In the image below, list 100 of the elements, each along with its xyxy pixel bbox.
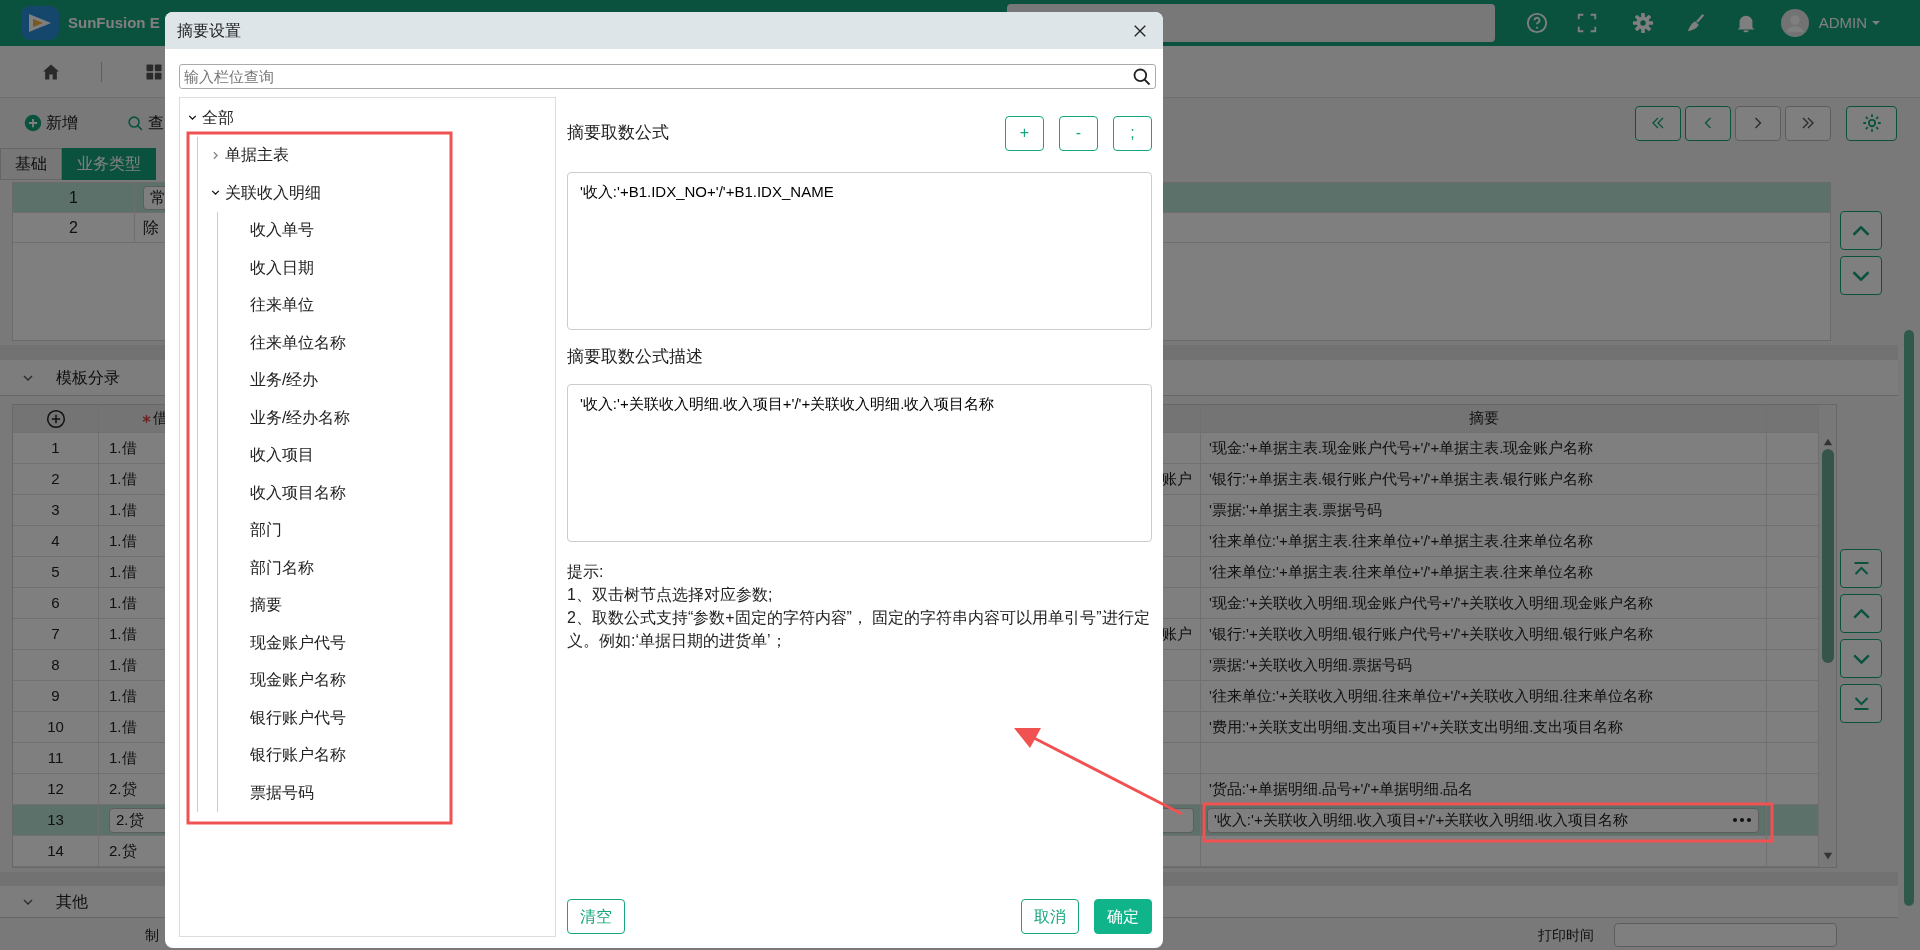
table-cell-text: 1.借 — [109, 592, 137, 613]
add-button[interactable]: 新增 — [24, 111, 78, 135]
hint-text: 1、双击树节点选择对应参数; — [567, 585, 774, 605]
tree-item[interactable]: 现金账户代号 — [250, 630, 346, 655]
search-icon — [127, 114, 144, 132]
next-page-button[interactable] — [1735, 105, 1781, 141]
to-bottom-icon — [1852, 697, 1870, 710]
section-title: 其他 — [56, 891, 88, 912]
table-cell-text: '现金:'+单据主表.现金账户代号+'/'+单据主表.现金账户名称 — [1209, 437, 1594, 458]
add-row-icon[interactable] — [45, 408, 66, 429]
table-cell-text: '费用:'+关联支出明细.支出项目+'/'+关联支出明细.支出项目名称 — [1209, 716, 1624, 737]
tree-item[interactable]: 银行账户名称 — [250, 743, 346, 768]
field-label: 摘要取数公式 — [567, 122, 669, 145]
tree-item[interactable]: 票据号码 — [250, 780, 314, 805]
chevron-up-icon — [1852, 225, 1870, 236]
app-brand: SunFusion E — [68, 12, 160, 33]
scrollbar-thumb[interactable] — [1821, 449, 1834, 663]
move-down-button[interactable] — [1840, 256, 1882, 295]
tree-item[interactable]: 收入项目 — [250, 443, 314, 468]
row-number: 14 — [47, 840, 64, 861]
tree-item[interactable]: 摘要 — [250, 593, 282, 618]
chevron-down-icon — [1852, 270, 1870, 281]
description-field[interactable]: '收入:'+关联收入明细.收入项目+'/'+关联收入明细.收入项目名称 — [567, 384, 1152, 542]
hint-text: 2、取数公式支持“参数+固定的字符内容”， 固定的字符串内容可以用单引号”进行定义。例如:‘单据日期的进货单’； — [567, 608, 1151, 651]
table-cell-text: '现金:'+关联收入明细.现金账户代号+'/'+关联收入明细.现金账户名称 — [1209, 592, 1654, 613]
scroll-up-icon[interactable] — [1822, 437, 1833, 447]
move-up-button[interactable] — [1840, 594, 1882, 633]
row-number: 12 — [47, 778, 64, 799]
formula-field[interactable]: '收入:'+B1.IDX_NO+'/'+B1.IDX_NAME — [567, 172, 1152, 330]
query-button[interactable]: 查 — [127, 111, 164, 135]
settings-icon[interactable] — [1631, 12, 1654, 34]
table-cell-text: 账户 — [1162, 623, 1192, 644]
tab[interactable]: 基础 — [0, 148, 62, 180]
field-label: 打印时间 — [1538, 925, 1594, 945]
row-number: 11 — [47, 747, 64, 768]
table-cell-text: '货品:'+单据明细.品号+'/'+单据明细.品名 — [1209, 778, 1474, 799]
input-field[interactable] — [1614, 923, 1837, 947]
row-number: 2 — [51, 468, 60, 489]
move-bottom-button[interactable] — [1840, 684, 1882, 723]
row-number: 13 — [47, 809, 64, 830]
last-page-button[interactable] — [1785, 105, 1831, 141]
field-text: '收入:'+关联收入明细.收入项目+'/'+关联收入明细.收入项目名称 — [1214, 809, 1629, 830]
table-cell-text: '票据:'+关联收入明细.票据号码 — [1209, 654, 1412, 675]
move-down-button[interactable] — [1840, 639, 1882, 678]
row-number: 5 — [51, 561, 60, 582]
table-cell-text: 1.借 — [109, 685, 137, 706]
tree-item[interactable]: 收入项目名称 — [250, 480, 346, 505]
tree-item[interactable]: 银行账户代号 — [250, 705, 346, 730]
hint-text: 提示: — [567, 562, 605, 582]
tree-item[interactable]: 收入单号 — [250, 218, 314, 243]
first-page-button[interactable] — [1635, 105, 1681, 141]
tree-item[interactable]: 部门 — [250, 518, 282, 543]
settings-button[interactable] — [1846, 105, 1897, 141]
table-cell-text: 1.借 — [109, 654, 137, 675]
more-icon[interactable] — [1732, 815, 1752, 825]
summary-field[interactable]: '收入:'+关联收入明细.收入项目+'/'+关联收入明细.收入项目名称 — [1207, 807, 1759, 833]
row-number: 6 — [51, 592, 60, 613]
previous-page-button[interactable] — [1685, 105, 1731, 141]
tree-item[interactable]: 全部 — [202, 105, 234, 130]
tree-item[interactable]: 现金账户名称 — [250, 668, 346, 693]
tree-item[interactable]: 往来单位名称 — [250, 330, 346, 355]
logo-icon — [18, 4, 62, 42]
table-cell: 除 — [143, 218, 159, 236]
row-number: 2 — [69, 217, 78, 238]
to-top-icon — [1852, 562, 1870, 575]
table-cell-text: 1.借 — [109, 716, 137, 737]
tree-item[interactable]: 业务/经办名称 — [250, 405, 351, 430]
table-cell-text: 1.借 — [109, 623, 137, 644]
scroll-down-icon[interactable] — [1822, 851, 1833, 861]
row-number: 10 — [47, 716, 64, 737]
settings-icon — [1860, 112, 1883, 134]
move-top-button[interactable] — [1840, 549, 1882, 588]
table-cell-text: '银行:'+单据主表.银行账户代号+'/'+单据主表.银行账户名称 — [1209, 468, 1594, 489]
table-cell-text: 1.借 — [109, 499, 137, 520]
tree-item[interactable]: 部门名称 — [250, 555, 314, 580]
tree-item[interactable]: 关联收入明细 — [225, 180, 321, 205]
table-cell-text: 2.贷 — [109, 840, 137, 861]
tree-item[interactable]: 单据主表 — [225, 143, 289, 168]
tree-item[interactable]: 业务/经办 — [250, 368, 319, 393]
field-label: 制 — [145, 925, 159, 945]
table-cell-text: 1.借 — [109, 747, 137, 768]
row-number: 1 — [69, 187, 78, 208]
chevron-down-icon — [1852, 653, 1870, 664]
table-cell-text: '往来单位:'+单据主表.往来单位+'/'+单据主表.往来单位名称 — [1209, 530, 1594, 551]
table-cell-text: 1.借 — [109, 437, 137, 458]
table-cell-text: 1.借 — [109, 530, 137, 551]
column-header: 摘要 — [1468, 408, 1499, 429]
table-cell-text: '往来单位:'+关联收入明细.往来单位+'/'+关联收入明细.往来单位名称 — [1209, 685, 1654, 706]
help-icon[interactable] — [1525, 12, 1548, 34]
move-up-button[interactable] — [1840, 211, 1882, 250]
table-cell-text: '银行:'+关联收入明细.银行账户代号+'/'+关联收入明细.银行账户名称 — [1209, 623, 1654, 644]
search-field[interactable]: 输入栏位查询 — [179, 64, 1156, 89]
fullscreen-icon[interactable] — [1575, 12, 1598, 34]
row-number: 1 — [51, 437, 60, 458]
tree-item[interactable]: 往来单位 — [250, 293, 314, 318]
row-number: 4 — [51, 530, 60, 551]
avatar-icon[interactable] — [1780, 9, 1809, 37]
tree-item[interactable]: 收入日期 — [250, 255, 314, 280]
scrollbar-thumb[interactable] — [1904, 330, 1914, 906]
field-label: 摘要取数公式描述 — [567, 346, 704, 368]
